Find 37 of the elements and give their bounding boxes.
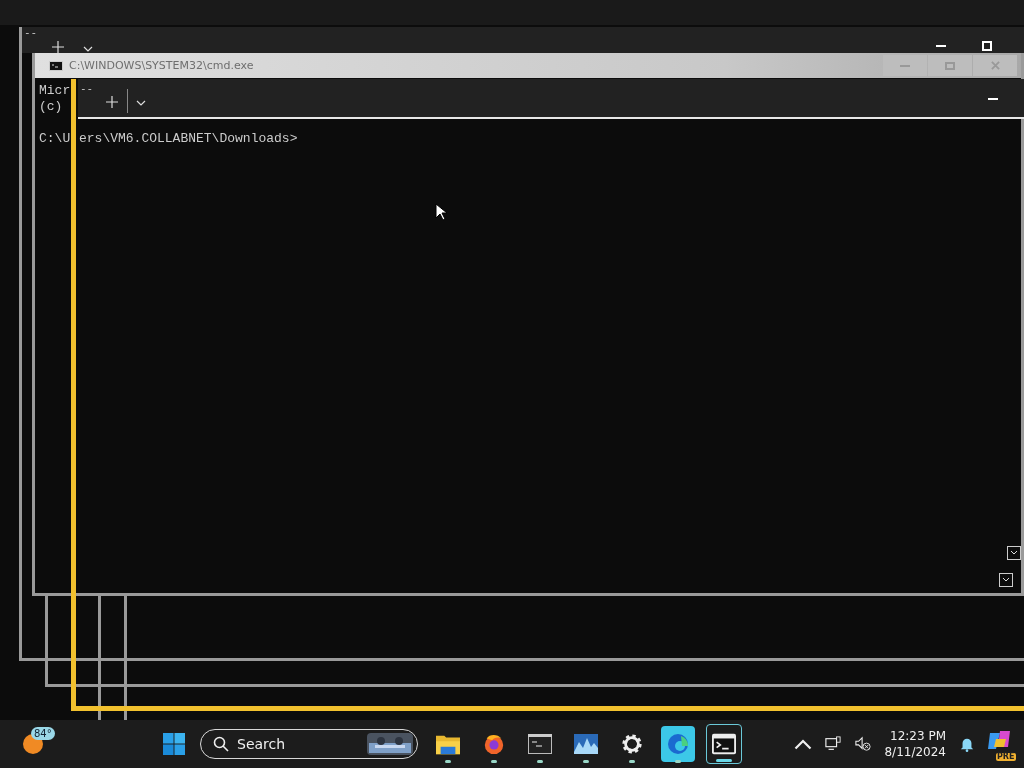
scroll-down-icon[interactable] xyxy=(999,573,1013,587)
taskbar-app[interactable] xyxy=(706,724,742,764)
search-placeholder: Search xyxy=(237,736,287,752)
minimize-icon xyxy=(900,64,910,67)
maximize-icon xyxy=(945,61,955,70)
new-tab-icon[interactable] xyxy=(106,96,118,108)
tab-mark: -- xyxy=(80,83,94,94)
maximize-icon[interactable] xyxy=(982,41,992,51)
console-prompt: C:\U xyxy=(39,131,71,146)
clock-time: 12:23 PM xyxy=(890,728,946,744)
console-icon xyxy=(49,60,63,71)
network-icon[interactable] xyxy=(824,736,843,752)
copilot-icon[interactable] xyxy=(988,729,1012,751)
console-line: (c) xyxy=(39,99,63,115)
taskbar-app[interactable] xyxy=(660,724,696,764)
start-icon[interactable] xyxy=(162,733,186,755)
chart-icon xyxy=(574,733,598,755)
scroll-down-icon[interactable] xyxy=(1007,546,1021,560)
tab-mark: -- xyxy=(24,27,38,38)
mouse-cursor-icon xyxy=(435,203,447,221)
new-tab-icon[interactable] xyxy=(52,41,64,53)
search-icon xyxy=(213,736,229,752)
clock-date: 8/11/2024 xyxy=(884,744,946,760)
console-line: Micr xyxy=(39,83,71,99)
terminal-icon xyxy=(712,733,736,755)
fox-globe-icon xyxy=(482,733,506,755)
temperature-badge: 84° xyxy=(31,727,55,740)
window-title: C:\WINDOWS\SYSTEM32\cmd.exe xyxy=(69,59,254,72)
console-icon xyxy=(528,733,552,755)
close-icon xyxy=(990,61,1000,70)
wave-icon xyxy=(661,726,695,762)
settings-icon xyxy=(620,733,644,755)
dropdown-icon[interactable] xyxy=(83,46,93,52)
muted-speaker-icon[interactable] xyxy=(854,736,873,752)
dropdown-icon[interactable] xyxy=(136,100,146,106)
folder-icon xyxy=(436,733,460,755)
console-prompt: ers\VM6.COLLABNET\Downloads> xyxy=(79,131,298,146)
